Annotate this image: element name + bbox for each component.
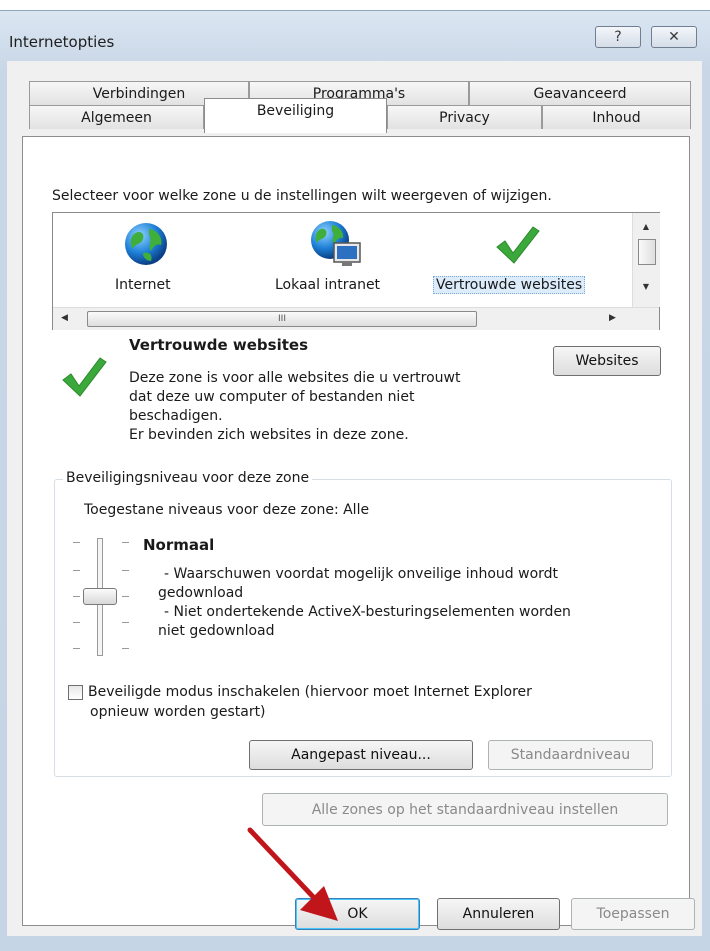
- default-level-button[interactable]: Standaardniveau: [488, 740, 653, 770]
- cancel-button[interactable]: Annuleren: [437, 898, 560, 930]
- custom-level-button[interactable]: Aangepast niveau...: [249, 740, 473, 770]
- tab-algemeen[interactable]: Algemeen: [29, 105, 204, 129]
- close-button[interactable]: ✕: [651, 26, 697, 48]
- tab-inhoud[interactable]: Inhoud: [542, 105, 691, 129]
- security-level-group-title: Beveiligingsniveau voor deze zone: [63, 470, 313, 486]
- tab-beveiliging[interactable]: Beveiliging: [204, 98, 387, 133]
- intranet-globe-icon: [311, 221, 361, 266]
- allowed-levels-text: Toegestane niveaus voor deze zone: Alle: [84, 502, 370, 518]
- close-icon: ✕: [668, 29, 680, 45]
- zone-description-line: Er bevinden zich websites in deze zone.: [129, 427, 409, 443]
- protected-mode-label-line: Beveiligde modus inschakelen (hiervoor m…: [88, 684, 532, 700]
- zone-local-intranet[interactable]: [308, 219, 364, 269]
- reset-all-zones-button[interactable]: Alle zones op het standaardniveau instel…: [262, 793, 668, 826]
- slider-thumb[interactable]: [83, 588, 117, 605]
- tab-privacy[interactable]: Privacy: [387, 105, 542, 129]
- security-level-name: Normaal: [143, 536, 215, 554]
- zone-description-line: dat deze uw computer of bestanden niet: [129, 389, 415, 405]
- protected-mode-checkbox[interactable]: [68, 685, 83, 700]
- annotation-arrow-icon: [247, 827, 338, 921]
- tab-label: Geavanceerd: [533, 85, 627, 102]
- scroll-left-icon[interactable]: ◀: [61, 313, 68, 323]
- horizontal-scrollbar[interactable]: ◀ III ▶: [53, 307, 659, 330]
- cancel-button-label: Annuleren: [462, 906, 535, 922]
- tab-label: Inhoud: [592, 109, 641, 126]
- tab-label: Verbindingen: [92, 85, 186, 102]
- globe-icon: [125, 223, 167, 265]
- zone-checkmark-icon: [60, 354, 108, 404]
- apply-button-label: Toepassen: [596, 906, 670, 922]
- horizontal-scroll-thumb[interactable]: III: [87, 311, 477, 327]
- zone-list[interactable]: Internet Lokaal intranet Vertrouwde webs…: [52, 212, 660, 330]
- zone-internet[interactable]: [123, 221, 169, 267]
- level-description-line: gedownload: [158, 585, 244, 601]
- level-description-line: niet gedownload: [158, 623, 275, 639]
- websites-button-label: Websites: [575, 353, 639, 369]
- zone-label-trusted-sites: Vertrouwde websites: [433, 276, 586, 294]
- help-button[interactable]: ?: [595, 26, 641, 48]
- zone-trusted-sites[interactable]: [493, 223, 541, 267]
- apply-button[interactable]: Toepassen: [571, 898, 695, 930]
- zone-title: Vertrouwde websites: [129, 336, 309, 354]
- zone-label-internet: Internet: [115, 277, 171, 293]
- security-level-slider[interactable]: [70, 536, 132, 656]
- level-description-line: - Niet ondertekende ActiveX-besturingsel…: [164, 604, 571, 620]
- tab-label: Privacy: [439, 109, 490, 126]
- reset-all-zones-button-label: Alle zones op het standaardniveau instel…: [311, 801, 619, 818]
- checkmark-icon: [496, 226, 540, 264]
- zone-select-prompt: Selecteer voor welke zone u de instellin…: [52, 188, 552, 204]
- window-title: Internetopties: [9, 33, 115, 51]
- security-level-description: - Waarschuwen voordat mogelijk onveilige…: [158, 565, 571, 641]
- default-level-button-label: Standaardniveau: [510, 747, 631, 763]
- zone-description: Deze zone is voor alle websites die u ve…: [129, 369, 460, 445]
- custom-level-button-label: Aangepast niveau...: [291, 747, 431, 763]
- zone-description-line: beschadigen.: [129, 408, 223, 424]
- protected-mode-label: Beveiligde modus inschakelen (hiervoor m…: [88, 682, 532, 722]
- zone-label-local-intranet: Lokaal intranet: [275, 277, 381, 293]
- protected-mode-label-line: opnieuw worden gestart): [90, 704, 266, 720]
- websites-button[interactable]: Websites: [553, 346, 661, 376]
- scroll-up-icon[interactable]: ▲: [635, 217, 657, 235]
- scroll-thumb-grip: III: [278, 314, 286, 324]
- ok-button-label: OK: [347, 906, 368, 922]
- tab-label: Beveiliging: [256, 103, 335, 119]
- vertical-scroll-thumb[interactable]: [638, 239, 656, 265]
- vertical-scrollbar[interactable]: ▲ ▼: [632, 213, 660, 307]
- tab-geavanceerd[interactable]: Geavanceerd: [469, 81, 691, 105]
- scroll-down-icon[interactable]: ▼: [635, 277, 657, 295]
- tab-label: Algemeen: [81, 109, 152, 126]
- question-icon: ?: [614, 29, 622, 45]
- zone-description-line: Deze zone is voor alle websites die u ve…: [129, 370, 461, 386]
- level-description-line: - Waarschuwen voordat mogelijk onveilige…: [164, 566, 559, 582]
- scroll-right-icon[interactable]: ▶: [609, 313, 616, 323]
